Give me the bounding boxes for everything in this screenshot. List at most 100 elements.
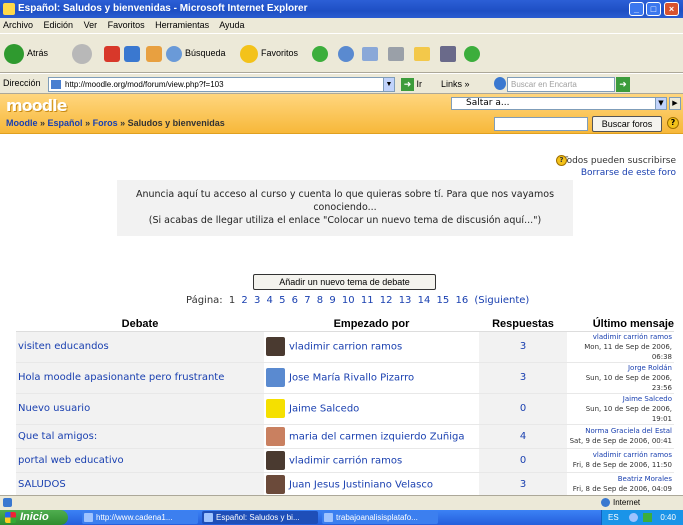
last-post-author[interactable]: vladimir carrión ramos: [567, 450, 672, 460]
author-link[interactable]: Jose María Rivallo Pizarro: [289, 373, 414, 384]
breadcrumb-moodle[interactable]: Moodle: [6, 118, 38, 128]
replies-count[interactable]: 0: [479, 393, 567, 425]
page-link[interactable]: 15: [437, 295, 450, 306]
page-link[interactable]: 3: [254, 295, 260, 306]
menu-ver[interactable]: Ver: [84, 20, 98, 30]
address-dropdown[interactable]: ▼: [383, 77, 395, 92]
menu-ayuda[interactable]: Ayuda: [219, 20, 244, 30]
language-indicator[interactable]: ES: [608, 513, 619, 522]
avatar[interactable]: [266, 450, 285, 470]
last-post-date[interactable]: Mon, 11 de Sep de 2006, 06:38: [567, 342, 672, 362]
page-link[interactable]: 5: [279, 295, 285, 306]
taskbar-item-espanol[interactable]: Español: Saludos y bi...: [202, 511, 318, 524]
last-post-author[interactable]: vladimir carrión ramos: [567, 332, 672, 342]
start-button[interactable]: Inicio: [0, 510, 68, 525]
topic-link[interactable]: SALUDOS: [18, 479, 66, 490]
author-link[interactable]: vladimir carrión ramos: [289, 455, 402, 466]
taskbar-item-cadena[interactable]: http://www.cadena1...: [82, 511, 198, 524]
page-link[interactable]: 13: [399, 295, 412, 306]
page-link[interactable]: 2: [241, 295, 247, 306]
refresh-button[interactable]: [124, 40, 143, 66]
author-link[interactable]: maria del carmen izquierdo Zuñiga: [289, 431, 465, 442]
avatar[interactable]: [266, 474, 285, 494]
breadcrumb-espanol[interactable]: Español: [48, 118, 83, 128]
history-button[interactable]: [338, 40, 357, 66]
links-toolbar[interactable]: Links »: [441, 77, 470, 92]
avatar[interactable]: [266, 368, 285, 387]
last-post-date[interactable]: Fri, 8 de Sep de 2006, 11:50: [567, 460, 672, 470]
author-link[interactable]: Jaime Salcedo: [289, 404, 359, 415]
last-post-author[interactable]: Norma Graciela del Estal: [567, 426, 672, 436]
jump-next-button[interactable]: ▶: [669, 97, 681, 110]
topic-link[interactable]: Hola moodle apasionante pero frustrante: [18, 372, 224, 383]
author-link[interactable]: vladimir carrion ramos: [289, 342, 402, 353]
page-link[interactable]: 12: [380, 295, 393, 306]
avatar[interactable]: [266, 399, 285, 418]
messenger-button[interactable]: [464, 40, 483, 66]
media-button[interactable]: [312, 40, 331, 66]
avatar[interactable]: [266, 426, 285, 446]
tray-app-icon[interactable]: [643, 513, 653, 523]
replies-count[interactable]: 0: [479, 448, 567, 473]
address-input[interactable]: http://moodle.org/mod/forum/view.php?f=1…: [48, 77, 394, 92]
forum-search-input[interactable]: [494, 117, 588, 131]
help-icon[interactable]: ?: [667, 117, 679, 129]
replies-count[interactable]: 4: [479, 424, 567, 449]
last-post-date[interactable]: Fri, 8 de Sep de 2006, 04:09: [567, 484, 672, 494]
add-topic-button[interactable]: Añadir un nuevo tema de debate: [253, 274, 436, 290]
replies-count[interactable]: 3: [479, 362, 567, 394]
search-forums-button[interactable]: Buscar foros: [592, 116, 662, 132]
forward-button[interactable]: [72, 40, 95, 66]
menu-archivo[interactable]: Archivo: [3, 20, 33, 30]
replies-count[interactable]: 3: [479, 472, 567, 495]
page-link[interactable]: 11: [361, 295, 374, 306]
topic-link[interactable]: Nuevo usuario: [18, 403, 90, 414]
next-page-link[interactable]: (Siguiente): [474, 295, 529, 306]
mail-button[interactable]: [362, 40, 381, 66]
taskbar-item-trabajo[interactable]: trabajoanalisisplatafo...: [322, 511, 438, 524]
menu-favoritos[interactable]: Favoritos: [108, 20, 145, 30]
menu-edicion[interactable]: Edición: [44, 20, 74, 30]
last-post-date[interactable]: Sat, 9 de Sep de 2006, 00:41: [567, 436, 672, 446]
breadcrumb-foros[interactable]: Foros: [93, 118, 118, 128]
unsubscribe-link[interactable]: Borrarse de este foro: [581, 168, 676, 178]
menu-herramientas[interactable]: Herramientas: [155, 20, 209, 30]
last-post-author[interactable]: Jorge Roldán: [567, 363, 672, 373]
last-post-author[interactable]: Jaime Salcedo: [567, 394, 672, 404]
jump-to-select[interactable]: Saltar a...: [451, 97, 667, 110]
tray-network-icon[interactable]: [628, 513, 638, 523]
help-icon[interactable]: ?: [556, 155, 567, 166]
title-bar[interactable]: Español: Saludos y bienvenidas - Microso…: [0, 0, 683, 18]
last-post-date[interactable]: Sun, 10 de Sep de 2006, 19:01: [567, 404, 672, 424]
home-button[interactable]: [146, 40, 165, 66]
topic-link[interactable]: visiten educandos: [18, 341, 109, 352]
avatar[interactable]: [266, 337, 285, 356]
topic-link[interactable]: Que tal amigos:: [18, 431, 97, 442]
jump-dropdown-button[interactable]: ▼: [655, 97, 667, 110]
folder-button[interactable]: [414, 40, 433, 66]
page-link[interactable]: 7: [304, 295, 310, 306]
moodle-logo[interactable]: moodle: [6, 96, 67, 115]
search-button[interactable]: Búsqueda: [166, 40, 226, 66]
favorites-button[interactable]: Favoritos: [240, 40, 298, 66]
page-link[interactable]: 16: [455, 295, 468, 306]
stop-button[interactable]: [104, 40, 123, 66]
maximize-button[interactable]: □: [646, 2, 661, 16]
last-post-author[interactable]: Beatriz Morales: [567, 474, 672, 484]
page-link[interactable]: 8: [317, 295, 323, 306]
replies-count[interactable]: 3: [479, 331, 567, 363]
print-button[interactable]: [388, 40, 407, 66]
last-post-date[interactable]: Sun, 10 de Sep de 2006, 23:56: [567, 373, 672, 393]
encarta-search-go-button[interactable]: ➜: [616, 77, 630, 92]
minimize-button[interactable]: _: [629, 2, 644, 16]
encarta-search-input[interactable]: Buscar en Encarta: [507, 77, 615, 92]
author-link[interactable]: Juan Jesus Justiniano Velasco: [289, 479, 433, 490]
page-link[interactable]: 4: [267, 295, 273, 306]
topic-link[interactable]: portal web educativo: [18, 455, 124, 466]
close-button[interactable]: ×: [664, 2, 679, 16]
page-link[interactable]: 6: [292, 295, 298, 306]
page-link[interactable]: 9: [329, 295, 335, 306]
page-link[interactable]: 14: [418, 295, 431, 306]
research-button[interactable]: [440, 40, 459, 66]
page-link[interactable]: 10: [342, 295, 355, 306]
